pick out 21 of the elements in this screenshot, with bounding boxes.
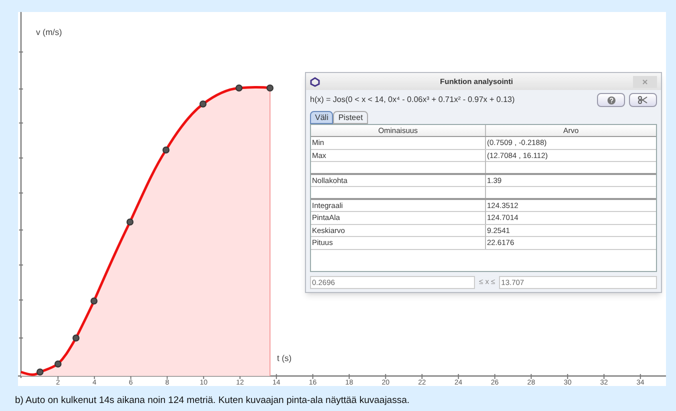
x-axis-label: t (s) xyxy=(277,353,292,363)
data-point[interactable] xyxy=(36,368,44,376)
data-point[interactable] xyxy=(200,100,206,108)
y-axis-label: v (m/s) xyxy=(36,27,62,37)
tab[interactable]: Väli xyxy=(310,111,334,124)
caption-text: b) Auto on kulkenut 14s aikana noin 124 metriä. Kuten kuvaajan pinta-ala näyttää kuvaajassa. xyxy=(15,394,411,408)
data-point[interactable] xyxy=(72,334,80,342)
tab[interactable]: Pisteet xyxy=(333,111,368,124)
tool-button[interactable] xyxy=(629,93,657,107)
data-point[interactable] xyxy=(126,218,134,226)
data-point[interactable] xyxy=(266,84,274,92)
data-point[interactable] xyxy=(54,360,62,368)
function-formula: h(x) = Jos(0 < x < 14, 0x⁴ - 0.06x³ + 0.71x² - 0.97x + 0.13) xyxy=(310,94,516,106)
help-button[interactable] xyxy=(597,93,625,107)
scissors-icon xyxy=(638,96,648,104)
help-icon xyxy=(606,96,616,104)
data-point[interactable] xyxy=(236,84,242,92)
app-icon xyxy=(310,76,320,86)
data-point[interactable] xyxy=(162,146,170,154)
data-point[interactable] xyxy=(90,298,98,304)
close-icon xyxy=(642,78,648,84)
